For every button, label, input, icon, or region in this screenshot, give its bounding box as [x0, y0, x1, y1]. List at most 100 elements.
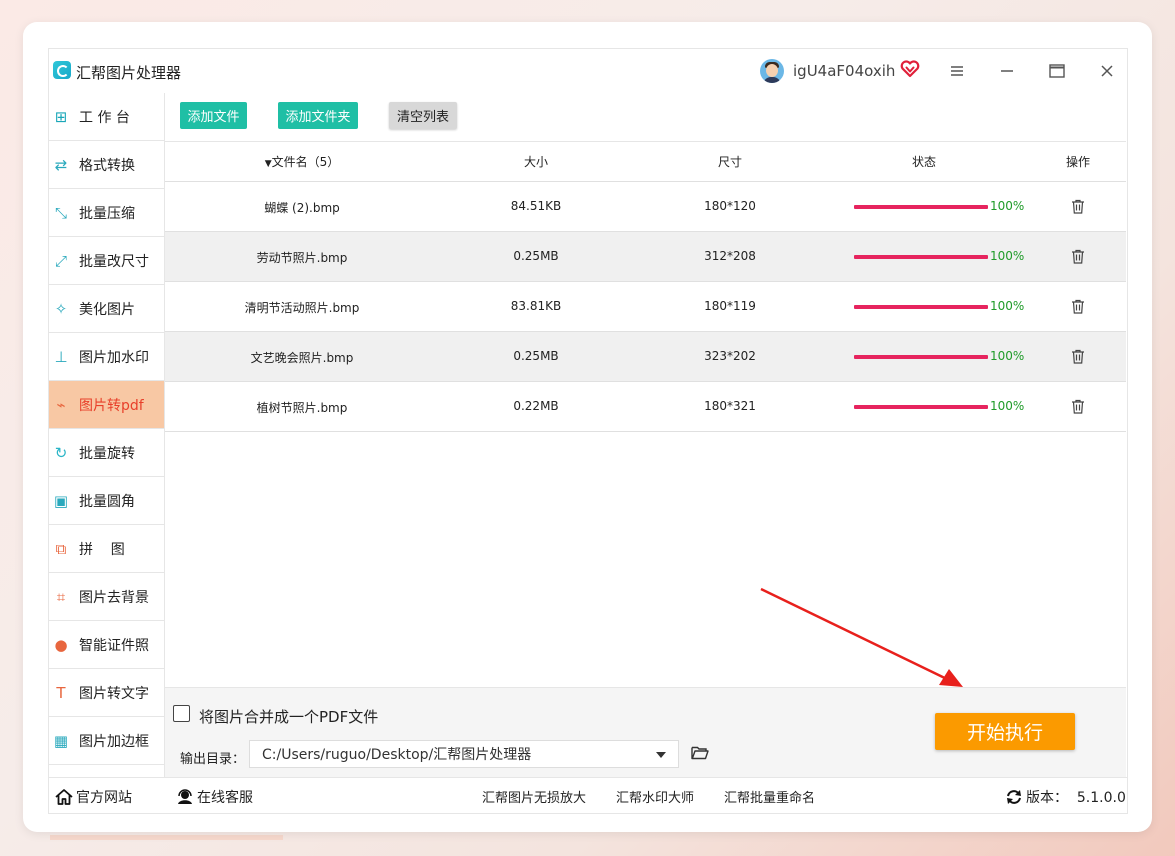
footer: 官方网站 在线客服 汇帮图片无损放大 汇帮水印大师 汇帮批量重命名 版本： 5.…	[49, 777, 1127, 814]
merge-pdf-checkbox[interactable]	[173, 705, 190, 722]
output-dir-select[interactable]: C:/Users/ruguo/Desktop/汇帮图片处理器	[249, 740, 679, 768]
sidebar-item-6[interactable]: ⌁ 图片转pdf	[49, 381, 164, 429]
progress-bar	[854, 405, 988, 409]
official-website-link[interactable]: 官方网站	[55, 787, 132, 807]
start-button[interactable]: 开始执行	[935, 713, 1075, 750]
headset-icon	[178, 789, 192, 804]
maximize-icon[interactable]	[1045, 59, 1069, 83]
convert-icon: ⇄	[54, 155, 68, 174]
app-window: 汇帮图片处理器 igU4aF04oxih ⊞ 工 作 台 ⇄ 格式转换 ⤡ 批量压缩 ⤢ 批量…	[48, 48, 1128, 814]
frame-icon: ▦	[53, 731, 69, 750]
clear-list-button[interactable]: 清空列表	[389, 102, 457, 129]
column-header-name[interactable]: ▼文件名（5）	[265, 153, 340, 170]
progress-bar	[854, 305, 988, 309]
compress-icon: ⤡	[54, 203, 67, 222]
grid-icon: ⊞	[54, 107, 68, 126]
progress-percent: 100%	[990, 349, 1025, 363]
merge-pdf-label: 将图片合并成一个PDF文件	[199, 708, 379, 726]
file-name-cell: 植树节照片.bmp	[256, 401, 348, 415]
vip-heart-icon[interactable]	[900, 59, 920, 79]
table-row[interactable]: 蝴蝶 (2).bmp 84.51KB 180*120 100%	[165, 182, 1126, 232]
file-dimensions-cell: 180*120	[704, 199, 756, 213]
table-row[interactable]: 植树节照片.bmp 0.22MB 180*321 100%	[165, 382, 1126, 432]
title-bar: 汇帮图片处理器 igU4aF04oxih	[49, 49, 1127, 93]
trash-icon[interactable]	[1071, 299, 1085, 314]
watermark-icon: ⊥	[54, 347, 68, 366]
sidebar-item-label: 图片加边框	[79, 733, 149, 750]
file-dimensions-cell: 180*119	[704, 299, 756, 313]
sidebar-item-label: 拼 图	[79, 541, 125, 558]
sidebar-item-11[interactable]: ● 智能证件照	[49, 621, 164, 669]
add-folder-button[interactable]: 添加文件夹	[278, 102, 358, 129]
sidebar-item-label: 美化图片	[79, 301, 135, 318]
sidebar-item-1[interactable]: ⇄ 格式转换	[49, 141, 164, 189]
sidebar-item-2[interactable]: ⤡ 批量压缩	[49, 189, 164, 237]
progress-bar	[854, 255, 988, 259]
trash-icon[interactable]	[1071, 199, 1085, 214]
sidebar-item-8[interactable]: ▣ 批量圆角	[49, 477, 164, 525]
home-icon	[55, 789, 73, 805]
add-file-button[interactable]: 添加文件	[180, 102, 247, 129]
sidebar-item-label: 图片转文字	[79, 685, 149, 702]
online-support-link[interactable]: 在线客服	[176, 787, 253, 807]
progress-percent: 100%	[990, 399, 1025, 413]
trash-icon[interactable]	[1071, 249, 1085, 264]
column-header-action: 操作	[1065, 155, 1091, 169]
progress-bar	[854, 205, 988, 209]
sidebar-item-12[interactable]: T 图片转文字	[49, 669, 164, 717]
file-name-cell: 蝴蝶 (2).bmp	[264, 201, 340, 215]
user-avatar[interactable]	[760, 59, 784, 83]
sidebar-item-7[interactable]: ↻ 批量旋转	[49, 429, 164, 477]
username[interactable]: igU4aF04oxih	[793, 62, 895, 80]
official-website-label: 官方网站	[76, 790, 132, 806]
crop-icon: ⌗	[56, 587, 66, 606]
folder-open-icon[interactable]	[691, 745, 709, 760]
column-header-dimensions: 尺寸	[717, 155, 743, 169]
table-row[interactable]: 劳动节照片.bmp 0.25MB 312*208 100%	[165, 232, 1126, 282]
sidebar-item-0[interactable]: ⊞ 工 作 台	[49, 93, 164, 141]
footer-link-watermark[interactable]: 汇帮水印大师	[616, 787, 694, 806]
person-icon: ●	[54, 635, 68, 654]
sidebar-item-label: 批量改尺寸	[79, 253, 149, 270]
table-row[interactable]: 清明节活动照片.bmp 83.81KB 180*119 100%	[165, 282, 1126, 332]
puzzle-icon: ⧉	[55, 539, 67, 558]
sidebar-item-label: 工 作 台	[79, 109, 130, 126]
sidebar-item-5[interactable]: ⊥ 图片加水印	[49, 333, 164, 381]
close-icon[interactable]	[1095, 59, 1119, 83]
footer-link-upscale[interactable]: 汇帮图片无损放大	[482, 787, 586, 806]
version-info[interactable]: 版本： 5.1.0.0	[1005, 787, 1126, 807]
sidebar-item-9[interactable]: ⧉ 拼 图	[49, 525, 164, 573]
progress-percent: 100%	[990, 299, 1025, 313]
output-dir-label: 输出目录：	[180, 752, 246, 767]
progress-percent: 100%	[990, 249, 1025, 263]
round-corner-icon: ▣	[53, 491, 69, 510]
file-size-cell: 0.22MB	[513, 399, 559, 413]
file-size-cell: 0.25MB	[513, 349, 559, 363]
minimize-icon[interactable]	[995, 59, 1019, 83]
options-panel: 将图片合并成一个PDF文件 输出目录： C:/Users/ruguo/Deskt…	[165, 687, 1126, 778]
sidebar-item-label: 批量旋转	[79, 445, 135, 462]
sidebar-item-4[interactable]: ✧ 美化图片	[49, 285, 164, 333]
column-header-status: 状态	[911, 155, 937, 169]
sidebar-item-label: 图片去背景	[79, 589, 149, 606]
sidebar-item-3[interactable]: ⤢ 批量改尺寸	[49, 237, 164, 285]
progress-bar	[854, 355, 988, 359]
sort-down-icon: ▼	[264, 159, 272, 169]
footer-link-rename[interactable]: 汇帮批量重命名	[724, 787, 815, 806]
sidebar-item-label: 图片加水印	[79, 349, 149, 366]
file-dimensions-cell: 323*202	[704, 349, 756, 363]
file-name-cell: 文艺晚会照片.bmp	[250, 351, 354, 365]
sidebar-item-10[interactable]: ⌗ 图片去背景	[49, 573, 164, 621]
column-header-size: 大小	[523, 155, 549, 169]
resize-icon: ⤢	[54, 251, 67, 270]
sidebar-item-label: 批量压缩	[79, 205, 135, 222]
sidebar-item-label: 格式转换	[79, 157, 135, 174]
trash-icon[interactable]	[1071, 349, 1085, 364]
trash-icon[interactable]	[1071, 399, 1085, 414]
sidebar-item-label: 智能证件照	[79, 637, 149, 654]
sidebar-item-13[interactable]: ▦ 图片加边框	[49, 717, 164, 765]
rotate-icon: ↻	[54, 443, 68, 462]
table-row[interactable]: 文艺晚会照片.bmp 0.25MB 323*202 100%	[165, 332, 1126, 382]
file-dimensions-cell: 312*208	[704, 249, 756, 263]
menu-icon[interactable]	[945, 59, 969, 83]
